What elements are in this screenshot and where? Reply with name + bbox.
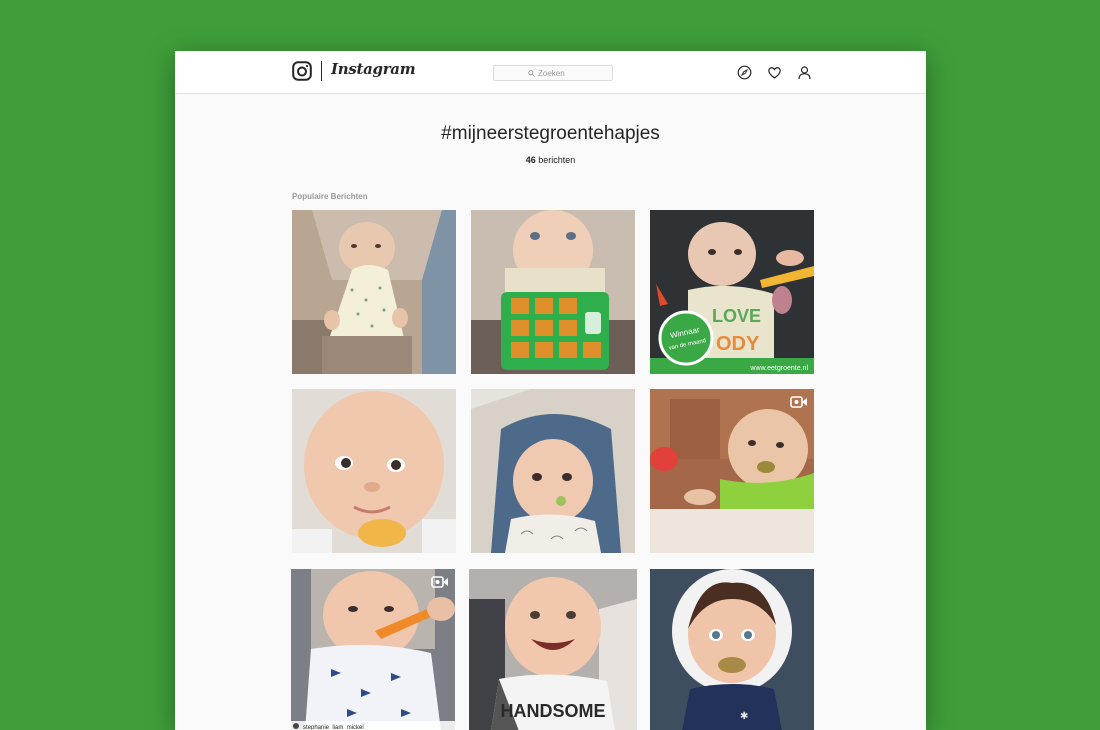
post-tile-3[interactable]: LOVE ODY www.eetgroente.nl Winnaar van d… — [650, 210, 814, 374]
svg-text:ODY: ODY — [716, 333, 760, 355]
post-image — [650, 389, 814, 553]
profile-icon[interactable] — [797, 65, 812, 80]
hashtag-title: #mijneerstegroentehapjes — [441, 123, 660, 144]
post-image — [292, 389, 456, 553]
post-tile-5[interactable] — [471, 389, 635, 553]
search-input[interactable] — [538, 68, 578, 78]
post-tile-6[interactable] — [650, 389, 814, 553]
post-tile-2[interactable] — [471, 210, 635, 374]
video-icon — [790, 395, 808, 409]
post-image — [471, 389, 635, 553]
shirt-text: HANDSOME — [500, 701, 605, 721]
url-text: www.eetgroente.nl — [749, 365, 808, 372]
post-tile-1[interactable] — [292, 210, 456, 374]
post-image: HANDSOME — [469, 569, 637, 730]
post-tile-9[interactable]: ✱ — [650, 569, 814, 730]
compass-icon[interactable] — [737, 65, 752, 80]
caption-text: stephanie_liam_mickel — [303, 725, 364, 730]
instagram-camera-icon[interactable] — [292, 61, 312, 81]
popular-posts-label: Populaire Berichten — [292, 192, 368, 201]
instagram-wordmark[interactable]: Instagram — [331, 60, 416, 78]
post-image — [292, 210, 456, 374]
post-count: 46 berichten — [175, 155, 926, 165]
search-icon — [528, 69, 535, 77]
top-navigation-bar: Instagram — [175, 51, 926, 94]
svg-text:LOVE: LOVE — [712, 306, 761, 326]
post-tile-8[interactable]: HANDSOME — [469, 569, 637, 730]
logo-divider — [321, 61, 322, 81]
post-image: ✱ — [650, 569, 814, 730]
post-tile-7[interactable]: stephanie_liam_mickel — [291, 569, 455, 730]
post-image — [471, 210, 635, 374]
post-tile-4[interactable] — [292, 389, 456, 553]
search-box[interactable] — [493, 65, 613, 81]
heart-icon[interactable] — [767, 65, 782, 80]
instagram-window: Instagram #mijneerstegroen — [175, 51, 926, 730]
post-image: stephanie_liam_mickel — [291, 569, 455, 730]
post-count-number: 46 — [525, 155, 536, 165]
svg-text:✱: ✱ — [740, 711, 748, 722]
video-icon — [431, 575, 449, 589]
post-count-label: berichten — [538, 155, 576, 165]
post-image: LOVE ODY www.eetgroente.nl Winnaar van d… — [650, 210, 814, 374]
